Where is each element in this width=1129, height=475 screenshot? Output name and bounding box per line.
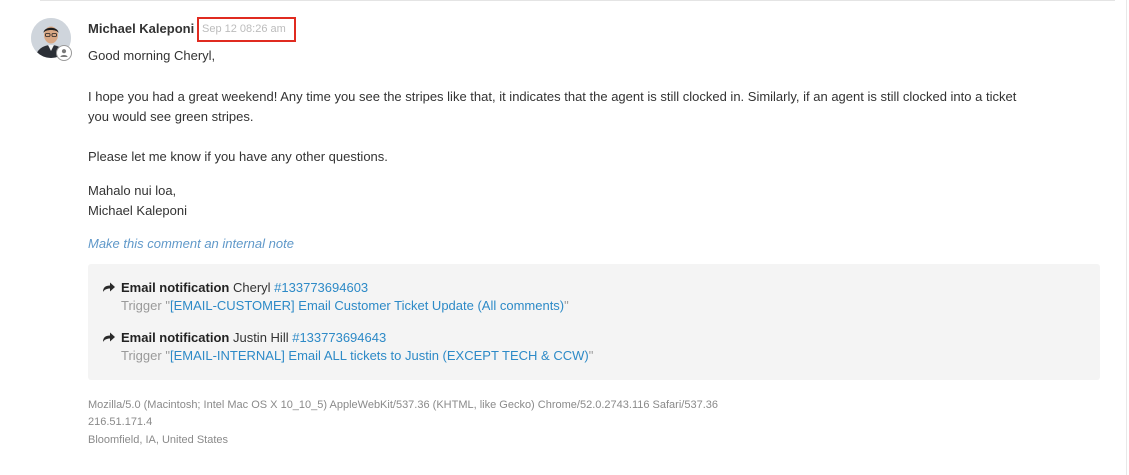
- comment-greeting: Good morning Cheryl,: [88, 48, 216, 63]
- person-icon: [56, 45, 72, 61]
- forward-arrow-icon: [102, 331, 116, 343]
- events-panel: Email notification Cheryl #133773694603 …: [88, 264, 1100, 380]
- author-name[interactable]: Michael Kaleponi: [88, 21, 194, 36]
- event-type: Email notification: [121, 330, 230, 345]
- comment-question: Please let me know if you have any other…: [88, 149, 388, 164]
- avatar[interactable]: [31, 18, 72, 61]
- ticket-link[interactable]: #133773694643: [292, 330, 386, 345]
- trigger-label: Trigger: [121, 298, 162, 313]
- event-trigger: Trigger "[EMAIL-CUSTOMER] Email Customer…: [121, 298, 569, 313]
- divider: [1126, 0, 1127, 475]
- event-type: Email notification: [121, 280, 230, 295]
- comment-timestamp[interactable]: Sep 12 08:26 am: [197, 17, 296, 42]
- event-recipient: Justin Hill: [232, 330, 289, 345]
- trigger-quote: ": [564, 298, 569, 313]
- ticket-link[interactable]: #133773694603: [274, 280, 368, 295]
- event-summary: Email notification Justin Hill #13377369…: [121, 330, 386, 345]
- comment-frame: Michael Kaleponi Sep 12 08:26 am Good mo…: [0, 0, 1129, 475]
- comment-signature: Michael Kaleponi: [88, 203, 188, 218]
- user-agent: Mozilla/5.0 (Macintosh; Intel Mac OS X 1…: [88, 399, 718, 411]
- forward-arrow-icon: [102, 281, 116, 293]
- comment-paragraph-line: you would see green stripes.: [88, 109, 254, 124]
- location: Bloomfield, IA, United States: [88, 434, 229, 446]
- ip-address: 216.51.171.4: [88, 416, 153, 428]
- event-recipient: Cheryl: [232, 280, 271, 295]
- trigger-quote: ": [588, 348, 594, 363]
- divider: [40, 0, 1115, 1]
- trigger-link[interactable]: [EMAIL-INTERNAL] Email ALL tickets to Ju…: [170, 348, 589, 363]
- event-trigger: Trigger "[EMAIL-INTERNAL] Email ALL tick…: [121, 348, 593, 363]
- trigger-link[interactable]: [EMAIL-CUSTOMER] Email Customer Ticket U…: [170, 298, 564, 313]
- comment-paragraph-line: I hope you had a great weekend! Any time…: [88, 89, 1017, 104]
- event-summary: Email notification Cheryl #133773694603: [121, 280, 368, 295]
- trigger-label: Trigger: [121, 348, 162, 363]
- make-internal-note-link[interactable]: Make this comment an internal note: [88, 236, 294, 251]
- comment-signoff: Mahalo nui loa,: [88, 183, 177, 198]
